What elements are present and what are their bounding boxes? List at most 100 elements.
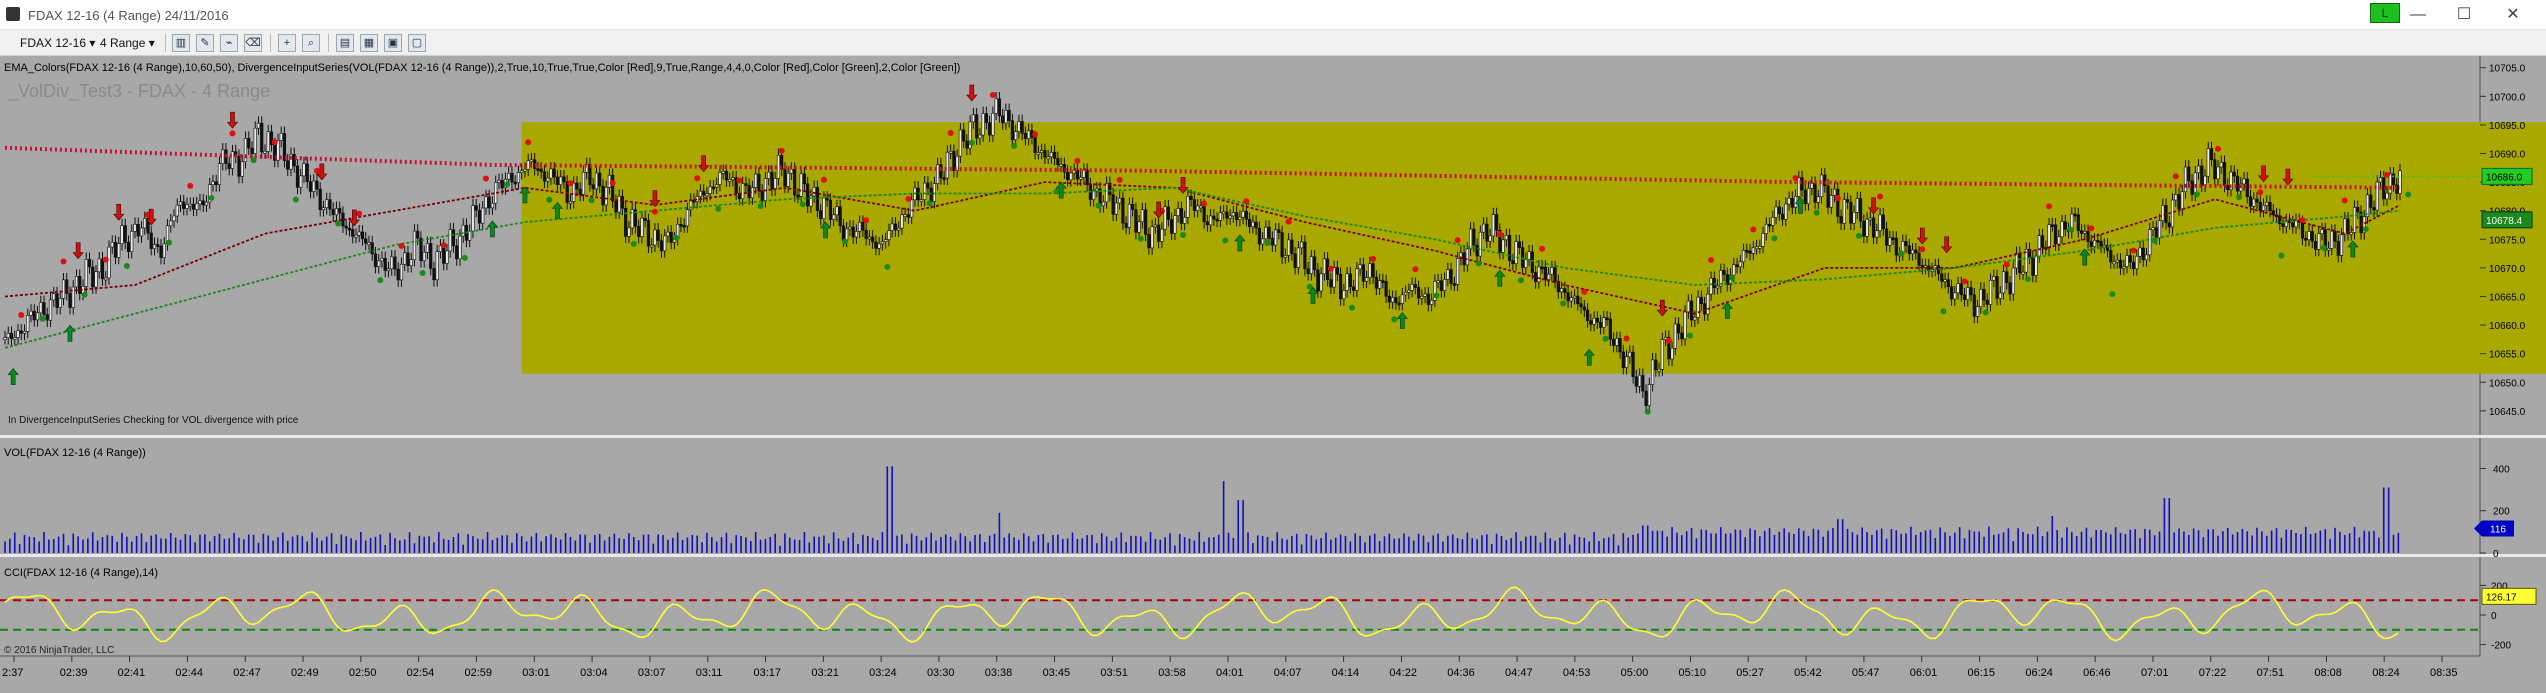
- candle-body: [2196, 165, 2201, 174]
- candle-body: [416, 230, 420, 239]
- swing-low-dot: [1095, 202, 1102, 209]
- candle-body: [1261, 238, 1265, 245]
- maximize-button[interactable]: ☐: [2441, 2, 2487, 28]
- pencil-draw-icon[interactable]: ✎: [196, 34, 214, 52]
- swing-low-dot: [2151, 237, 2158, 244]
- candle-body: [474, 205, 478, 211]
- candle-body: [1654, 359, 1658, 371]
- candle-body: [1040, 150, 1044, 153]
- volume-bar: [725, 532, 728, 553]
- volume-bar: [1632, 534, 1634, 553]
- candle-body: [1537, 266, 1541, 283]
- candle-body: [133, 224, 137, 232]
- candle-body: [1816, 196, 1820, 203]
- candle-body: [2073, 213, 2077, 217]
- volume-bar: [1193, 540, 1196, 553]
- eraser-icon[interactable]: ⌫: [244, 34, 262, 52]
- volume-bar: [2100, 529, 2102, 553]
- candle-body: [2388, 173, 2392, 194]
- candle-body: [195, 203, 199, 210]
- volume-bar: [1685, 531, 1688, 553]
- x-tick-label: 03:45: [1043, 667, 1071, 679]
- swing-low-dot: [1644, 408, 1651, 415]
- chart-canvas[interactable]: EMA_Colors(FDAX 12-16 (4 Range),10,60,50…: [0, 56, 2546, 693]
- candle-body: [370, 242, 374, 255]
- candle-body: [2122, 266, 2126, 269]
- volume-bar: [579, 534, 581, 553]
- swing-high-dot: [313, 167, 320, 174]
- volume-bar: [676, 532, 679, 553]
- volume-bar: [1042, 534, 1045, 553]
- candle-body: [321, 207, 326, 211]
- zoom-icon[interactable]: ⌕: [302, 34, 320, 52]
- minimize-button[interactable]: —: [2395, 2, 2441, 28]
- candle-body: [1784, 203, 1788, 220]
- volume-bar: [2222, 531, 2224, 553]
- swing-high-dot: [1201, 200, 1208, 207]
- candle-body: [1888, 237, 1892, 246]
- volume-bar: [213, 535, 216, 553]
- candle-body: [832, 214, 836, 220]
- candle-body: [1335, 267, 1339, 275]
- candle-body: [568, 201, 573, 204]
- volume-bar: [1915, 534, 1917, 553]
- candle-body: [510, 173, 514, 183]
- volume-bar: [974, 534, 976, 553]
- volume-bar: [545, 536, 547, 553]
- marker-icon[interactable]: ⌁: [220, 34, 238, 52]
- x-tick-label: 03:01: [522, 667, 550, 679]
- volume-bar: [57, 536, 60, 553]
- candle-body: [2021, 271, 2025, 275]
- panel-splitter[interactable]: [0, 435, 2546, 438]
- candle-body: [1628, 351, 1632, 358]
- candle-body: [555, 176, 560, 185]
- app-icon: [6, 7, 20, 21]
- volume-bar: [1144, 541, 1147, 553]
- candle-body: [191, 203, 196, 210]
- volume-bar: [2339, 531, 2341, 553]
- volume-bar: [983, 541, 986, 553]
- candle-body: [1914, 249, 1918, 254]
- candle-body: [302, 163, 306, 177]
- window-title: FDAX 12-16 (4 Range) 24/11/2016: [28, 8, 229, 23]
- period-selector[interactable]: 4 Range ▾: [100, 34, 155, 52]
- candle-body: [1982, 288, 1986, 301]
- volume-bar: [87, 538, 89, 553]
- properties-icon[interactable]: ▤: [336, 34, 354, 52]
- volume-bar: [13, 532, 16, 553]
- swing-high-dot: [60, 258, 67, 265]
- volume-bar: [525, 541, 528, 553]
- candle-body: [2242, 178, 2246, 185]
- candle-body: [315, 180, 319, 190]
- panel-splitter[interactable]: [0, 554, 2546, 557]
- instrument-selector[interactable]: FDAX 12-16 ▾: [20, 34, 95, 52]
- candle-body: [793, 168, 797, 196]
- candle-body: [1147, 234, 1151, 249]
- volume-bar: [96, 540, 99, 553]
- volume-bar: [2129, 529, 2132, 553]
- candle-body: [500, 180, 504, 189]
- bar-style-icon[interactable]: ▥: [172, 34, 190, 52]
- close-button[interactable]: ✕: [2490, 2, 2536, 28]
- volume-bar: [2285, 529, 2288, 553]
- volume-bar: [613, 533, 616, 553]
- candle-body: [451, 229, 456, 247]
- volume-bar: [291, 536, 294, 553]
- volume-bar: [1622, 533, 1625, 553]
- candle-body: [390, 256, 394, 270]
- candle-body: [143, 218, 147, 229]
- volume-bar: [1266, 536, 1269, 553]
- strategies-icon[interactable]: ▣: [384, 34, 402, 52]
- crosshair-icon[interactable]: +: [278, 34, 296, 52]
- swing-low-dot: [1517, 277, 1524, 284]
- candle-body: [1732, 264, 1736, 276]
- volume-bar: [179, 539, 182, 553]
- candle-body: [1248, 219, 1252, 227]
- volume-bar: [2095, 529, 2097, 553]
- candle-body: [958, 129, 963, 157]
- indicators-icon[interactable]: ▦: [360, 34, 378, 52]
- data-box-icon[interactable]: ▢: [408, 34, 426, 52]
- candle-body: [2011, 267, 2015, 295]
- candle-body: [159, 245, 163, 258]
- candle-body: [2265, 201, 2269, 206]
